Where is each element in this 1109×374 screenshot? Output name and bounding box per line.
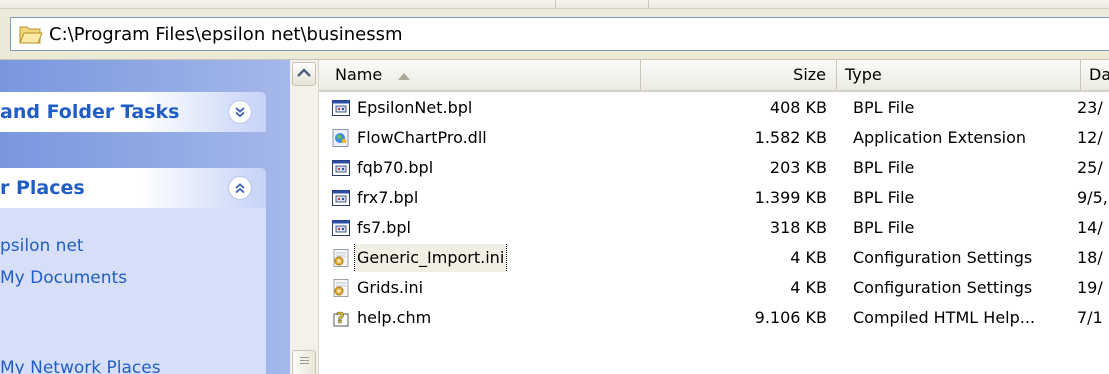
- cell-name[interactable]: frx7.bpl: [331, 184, 631, 212]
- cell-type: Configuration Settings: [853, 278, 1033, 297]
- bpl-file-icon: [331, 218, 351, 238]
- cell-date: 23/: [1077, 98, 1103, 117]
- svg-text:?: ?: [336, 309, 345, 327]
- task-group-title: and Folder Tasks: [0, 101, 180, 123]
- cell-type: Application Extension: [853, 128, 1027, 147]
- task-pane: and Folder Tasks r Places psilon net My …: [0, 60, 290, 374]
- task-group-header-other-places[interactable]: r Places: [0, 168, 266, 208]
- column-header-date[interactable]: Dat: [1081, 60, 1109, 90]
- column-header-name[interactable]: Name: [319, 60, 641, 90]
- vertical-scrollbar[interactable]: [290, 60, 319, 374]
- grip-line: [300, 360, 309, 361]
- file-name[interactable]: Grids.ini: [355, 274, 425, 302]
- place-link-my-documents[interactable]: My Documents: [0, 268, 127, 288]
- toolbar-separator: [555, 0, 556, 8]
- address-bar: C:\Program Files\epsilon net\businessm: [0, 9, 1109, 60]
- column-header: Name Size Type Dat: [319, 60, 1109, 92]
- place-link-my-network-places[interactable]: My Network Places: [0, 358, 161, 374]
- cell-date: 12/: [1077, 128, 1103, 147]
- bpl-file-icon: [331, 158, 351, 178]
- cell-name[interactable]: Grids.ini: [331, 274, 631, 302]
- cell-name[interactable]: EpsilonNet.bpl: [331, 94, 631, 122]
- file-name[interactable]: help.chm: [355, 304, 433, 332]
- task-group-body-other-places: psilon net My Documents My Network Place…: [0, 208, 266, 374]
- cell-name[interactable]: fs7.bpl: [331, 214, 631, 242]
- address-path[interactable]: C:\Program Files\epsilon net\businessm: [49, 24, 403, 45]
- file-name[interactable]: EpsilonNet.bpl: [355, 94, 474, 122]
- table-row[interactable]: frx7.bpl 1.399 KB BPL File 9/5,: [319, 184, 1109, 212]
- file-name[interactable]: FlowChartPro.dll: [355, 124, 489, 152]
- ini-file-icon: [331, 248, 351, 268]
- cell-name[interactable]: ? help.chm: [331, 304, 631, 332]
- cell-size: 4 KB: [790, 248, 827, 267]
- grip-line: [300, 363, 309, 364]
- cell-date: 7/1: [1077, 308, 1103, 327]
- cell-type: BPL File: [853, 218, 915, 237]
- table-row[interactable]: FlowChartPro.dll 1.582 KB Application Exte…: [319, 124, 1109, 152]
- bpl-file-icon: [331, 188, 351, 208]
- cell-name[interactable]: fqb70.bpl: [331, 154, 631, 182]
- cell-size: 318 KB: [769, 218, 827, 237]
- table-row[interactable]: ? help.chm 9.106 KB Compiled HTML Help... 7/…: [319, 304, 1109, 332]
- column-header-type[interactable]: Type: [837, 60, 1081, 90]
- ini-file-icon: [331, 278, 351, 298]
- cell-date: 19/: [1077, 278, 1103, 297]
- column-header-size[interactable]: Size: [641, 60, 837, 90]
- toolbar-separator: [648, 0, 649, 8]
- scroll-thumb[interactable]: [292, 350, 316, 374]
- file-list-view: Name Size Type Dat EpsilonNet.bpl 408 KB B…: [290, 60, 1109, 374]
- table-row[interactable]: EpsilonNet.bpl 408 KB BPL File 23/: [319, 94, 1109, 122]
- cell-date: 9/5,: [1077, 188, 1108, 207]
- cell-size: 408 KB: [769, 98, 827, 117]
- file-name[interactable]: fqb70.bpl: [355, 154, 435, 182]
- address-field[interactable]: C:\Program Files\epsilon net\businessm: [10, 17, 1109, 51]
- cell-date: 14/: [1077, 218, 1103, 237]
- collapse-chevron-icon[interactable]: [228, 176, 252, 200]
- chm-file-icon: ?: [331, 308, 351, 328]
- sort-ascending-icon: [397, 61, 411, 91]
- bpl-file-icon: [331, 98, 351, 118]
- column-label: Type: [845, 65, 882, 84]
- cell-date: 18/: [1077, 248, 1103, 267]
- task-group-header-folder-tasks[interactable]: and Folder Tasks: [0, 92, 266, 132]
- table-row[interactable]: fs7.bpl 318 KB BPL File 14/: [319, 214, 1109, 242]
- cell-date: 25/: [1077, 158, 1103, 177]
- cell-type: BPL File: [853, 188, 915, 207]
- open-folder-icon: [19, 23, 43, 45]
- cell-type: Configuration Settings: [853, 248, 1033, 267]
- file-name[interactable]: Generic_Import.ini: [353, 244, 508, 272]
- grip-line: [300, 357, 309, 358]
- arrow-up-icon: [297, 68, 311, 77]
- table-row[interactable]: fqb70.bpl 203 KB BPL File 25/: [319, 154, 1109, 182]
- cell-type: Compiled HTML Help...: [853, 308, 1036, 327]
- cell-name[interactable]: Generic_Import.ini: [331, 244, 631, 272]
- column-label: Size: [793, 65, 826, 84]
- task-group-title: r Places: [0, 177, 85, 199]
- table-row[interactable]: Grids.ini 4 KB Configuration Settings 19/: [319, 274, 1109, 302]
- file-name[interactable]: fs7.bpl: [355, 214, 413, 242]
- cell-size: 1.582 KB: [754, 128, 827, 147]
- place-link-epsilon-net[interactable]: psilon net: [0, 236, 84, 256]
- column-label: Name: [335, 65, 383, 84]
- file-name[interactable]: frx7.bpl: [355, 184, 420, 212]
- toolbar: [0, 0, 1109, 9]
- cell-name[interactable]: FlowChartPro.dll: [331, 124, 631, 152]
- cell-size: 4 KB: [790, 278, 827, 297]
- expand-chevron-icon[interactable]: [228, 100, 252, 124]
- cell-size: 1.399 KB: [754, 188, 827, 207]
- scroll-up-button[interactable]: [292, 62, 316, 86]
- dll-file-icon: [331, 128, 351, 148]
- column-label: Dat: [1089, 65, 1109, 84]
- table-row[interactable]: Generic_Import.ini 4 KB Configuration Sett…: [319, 244, 1109, 272]
- cell-size: 9.106 KB: [754, 308, 827, 327]
- cell-type: BPL File: [853, 158, 915, 177]
- cell-size: 203 KB: [769, 158, 827, 177]
- cell-type: BPL File: [853, 98, 915, 117]
